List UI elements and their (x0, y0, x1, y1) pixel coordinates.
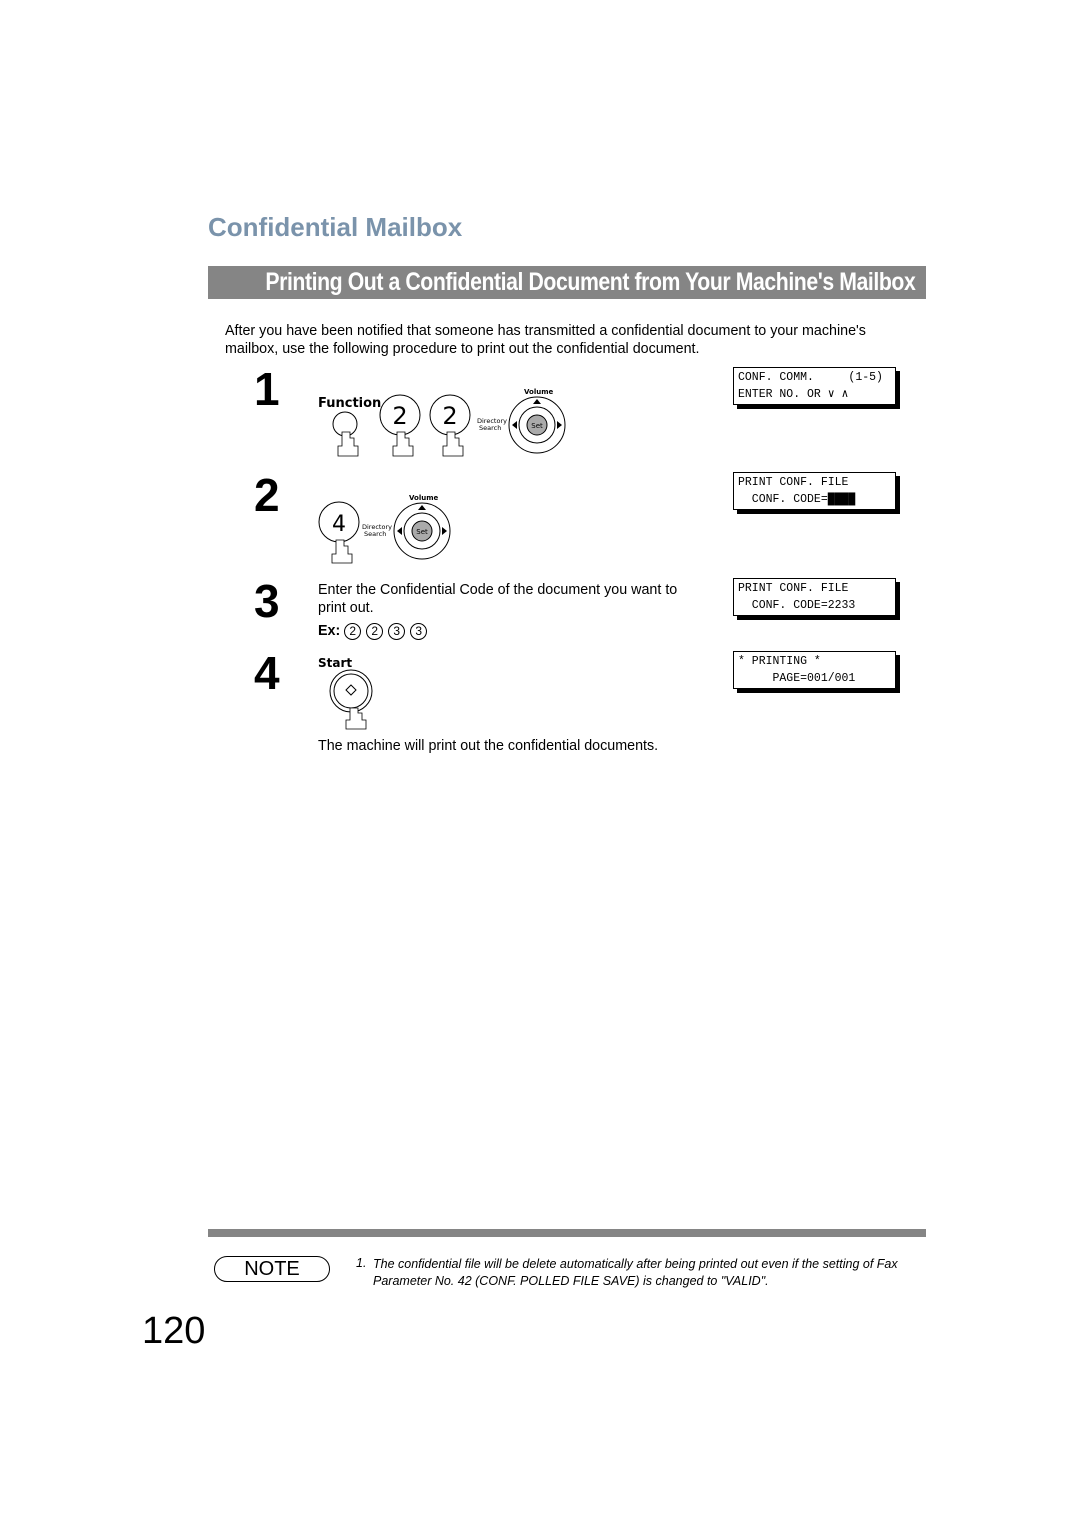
step-2-illustration: 4 Directory Search Volume Set (318, 494, 451, 564)
lcd-display-step-3: PRINT CONF. FILE CONF. CODE=2233 (733, 578, 896, 616)
svg-text:4: 4 (332, 512, 346, 537)
svg-text:2: 2 (442, 402, 457, 430)
step-1-number: 1 (254, 363, 280, 415)
svg-text:Search: Search (479, 424, 501, 432)
example-key: 3 (410, 623, 428, 640)
manual-page: Confidential Mailbox Printing Out a Conf… (0, 0, 1080, 1528)
svg-text:2: 2 (392, 402, 407, 430)
function-label: Function (318, 396, 381, 411)
example-key: 2 (366, 623, 384, 640)
svg-text:Volume: Volume (524, 388, 554, 396)
hand-icon (442, 431, 464, 457)
section-title: Confidential Mailbox (208, 212, 463, 242)
page-banner: Printing Out a Confidential Document fro… (208, 266, 926, 299)
intro-paragraph: After you have been notified that someon… (225, 323, 866, 357)
svg-text:Search: Search (364, 530, 386, 538)
step-2-number: 2 (254, 469, 280, 521)
step-4-number: 4 (254, 647, 280, 699)
example-key: 2 (344, 623, 362, 640)
svg-text:Set: Set (531, 422, 543, 430)
step-3-instruction: Enter the Confidential Code of the docum… (318, 582, 678, 616)
step-3-number: 3 (254, 575, 280, 627)
hand-icon (331, 539, 353, 564)
step-3-example: Ex: 2233 (318, 622, 432, 640)
banner-title: Printing Out a Confidential Document fro… (265, 268, 916, 296)
step-1-illustration: Function 2 2 Directory Search Volume Set (318, 388, 566, 457)
lcd-display-step-1: CONF. COMM. (1-5) ENTER NO. OR ∨ ∧ (733, 367, 896, 405)
lcd-display-step-4: * PRINTING * PAGE=001/001 (733, 651, 896, 689)
example-key: 3 (388, 623, 406, 640)
divider (208, 1229, 926, 1237)
svg-text:Set: Set (416, 528, 428, 536)
note-badge: NOTE (214, 1256, 330, 1282)
page-number: 120 (142, 1310, 206, 1352)
step-4-result: The machine will print out the confident… (318, 738, 659, 754)
note-text: The confidential file will be delete aut… (373, 1257, 898, 1288)
note-number: 1. (356, 1256, 367, 1270)
step-4-illustration: Start (318, 656, 373, 730)
svg-text:Volume: Volume (409, 494, 439, 502)
svg-text:Start: Start (318, 656, 352, 670)
lcd-display-step-2: PRINT CONF. FILE CONF. CODE=████ (733, 472, 896, 510)
hand-icon (392, 431, 414, 457)
